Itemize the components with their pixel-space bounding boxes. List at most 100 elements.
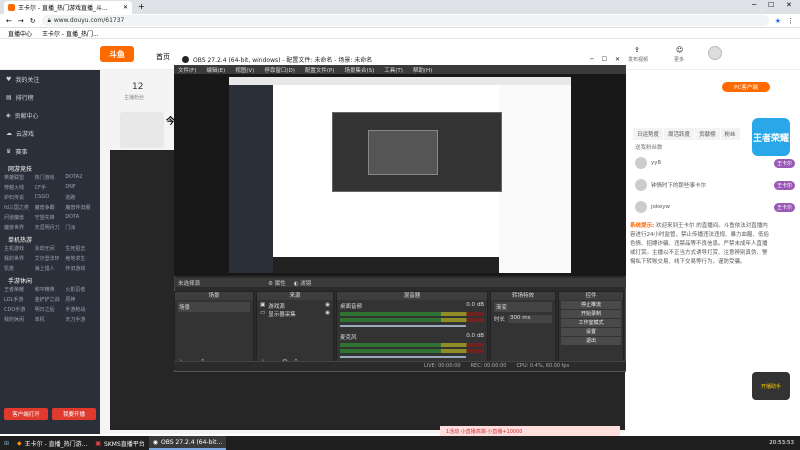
- obs-minimize-icon[interactable]: ─: [590, 56, 594, 63]
- game-banner[interactable]: 王者荣耀: [752, 118, 790, 156]
- exit-button[interactable]: 退出: [561, 337, 621, 345]
- obs-close-icon[interactable]: ✕: [615, 56, 620, 63]
- tab-contribution[interactable]: 贡献榜: [695, 128, 720, 140]
- bookmark-item[interactable]: 王卡尔 - 直播_热门...: [42, 29, 99, 38]
- nav-home-link[interactable]: 首页: [156, 52, 170, 62]
- category-link[interactable]: 王者荣耀: [4, 286, 35, 293]
- source-item[interactable]: ▭ 显示器采集 ◉: [260, 310, 330, 318]
- douyu-logo[interactable]: 斗鱼: [100, 46, 134, 62]
- category-link[interactable]: 魔兽争霸: [35, 204, 66, 211]
- category-link[interactable]: 英雄联盟: [4, 174, 35, 181]
- stop-streaming-button[interactable]: 停止推流: [561, 301, 621, 309]
- source-item[interactable]: ▣ 游戏源 ◉: [260, 302, 330, 310]
- category-link[interactable]: 主机游戏: [4, 245, 35, 252]
- menu-file[interactable]: 文件(F): [178, 66, 196, 74]
- category-link[interactable]: 单机: [35, 316, 66, 323]
- category-link[interactable]: 我的休闲: [4, 316, 35, 323]
- sidebar-item-contribution[interactable]: ◈ 贡献中心: [0, 106, 100, 124]
- category-link[interactable]: 火影忍者: [65, 286, 96, 293]
- category-link[interactable]: LOL手游: [4, 296, 35, 303]
- menu-dots-icon[interactable]: ⋮: [787, 17, 794, 25]
- category-link[interactable]: CDO手游: [4, 306, 35, 313]
- menu-profile[interactable]: 配置文件(P): [305, 66, 335, 74]
- category-link[interactable]: 问道魔兽: [4, 214, 35, 221]
- category-link[interactable]: 门派: [65, 224, 96, 231]
- volume-slider[interactable]: [340, 325, 466, 327]
- taskbar-item-browser[interactable]: ◆ 王卡尔 - 直播_热门游...: [13, 436, 91, 450]
- menu-tools[interactable]: 工具(T): [384, 66, 403, 74]
- minimize-window-icon[interactable]: ─: [752, 1, 756, 9]
- category-link[interactable]: 魔兽世界: [4, 224, 35, 231]
- list-item[interactable]: yy8 王卡尔: [635, 156, 795, 170]
- category-link[interactable]: DOTA: [65, 214, 96, 221]
- category-link[interactable]: 永劫无间: [35, 245, 66, 252]
- menu-docks[interactable]: 停靠窗口(D): [264, 66, 295, 74]
- sidebar-item-follow[interactable]: ♥ 我的关注: [0, 70, 100, 88]
- new-tab-icon[interactable]: +: [138, 2, 145, 11]
- category-link[interactable]: 魔兽怀旧服: [65, 204, 96, 211]
- menu-help[interactable]: 帮助(H): [413, 66, 432, 74]
- streamer-avatar[interactable]: [120, 112, 164, 148]
- category-link[interactable]: 热门游戏: [35, 174, 66, 181]
- browser-tab[interactable]: 王卡尔 - 直播_热门游戏直播_斗... ✕: [4, 1, 132, 14]
- category-link[interactable]: 我的世界: [4, 255, 35, 262]
- category-link[interactable]: 海上猎人: [35, 265, 66, 272]
- eye-icon[interactable]: ◉: [325, 310, 330, 318]
- maximize-window-icon[interactable]: ☐: [768, 1, 774, 9]
- category-link[interactable]: DOTA2: [65, 174, 96, 181]
- category-link[interactable]: fd三国之类: [4, 204, 35, 211]
- upload-video-icon[interactable]: ⇪: [634, 46, 640, 54]
- tab-fans[interactable]: 粉丝: [720, 128, 740, 140]
- category-link[interactable]: 怀旧游戏: [65, 265, 96, 272]
- category-link[interactable]: 穿越火线: [4, 184, 35, 191]
- category-link[interactable]: 明日之后: [35, 306, 66, 313]
- start-recording-button[interactable]: 开始录制: [561, 310, 621, 318]
- more-icon[interactable]: ☺: [676, 46, 683, 54]
- taskbar-item-skms[interactable]: ▣ SKMS直播平台: [91, 436, 148, 450]
- category-link[interactable]: 守望先锋: [35, 214, 66, 221]
- category-link[interactable]: 炉石传说: [4, 194, 35, 201]
- obs-maximize-icon[interactable]: ☐: [602, 56, 607, 63]
- promo-bar[interactable]: 1活动 小直播高端·小直播+10000: [440, 426, 620, 436]
- category-link[interactable]: CSGO: [35, 194, 66, 201]
- filters-button[interactable]: ◐ 滤镜: [294, 279, 312, 287]
- category-link[interactable]: 金铲铲之战: [35, 296, 66, 303]
- list-item[interactable]: 钟情时下的那些事卡尔 王卡尔: [635, 178, 795, 192]
- start-button[interactable]: ⊞: [0, 436, 13, 450]
- back-icon[interactable]: ←: [6, 17, 12, 25]
- settings-button[interactable]: 设置: [561, 328, 621, 336]
- tab-weekly[interactable]: 周活跃度: [664, 128, 695, 140]
- sidebar-item-cloud-game[interactable]: ☁ 云游戏: [0, 124, 100, 142]
- category-link[interactable]: 艾尔登法环: [35, 255, 66, 262]
- user-avatar[interactable]: [708, 46, 722, 60]
- transition-select[interactable]: 渐变: [494, 302, 552, 312]
- list-item[interactable]: jokeyw 王卡尔: [635, 200, 795, 214]
- close-window-icon[interactable]: ✕: [786, 1, 792, 9]
- category-link[interactable]: 逃跑: [65, 194, 96, 201]
- url-field[interactable]: 🔒︎ www.douyu.com/61737: [41, 15, 769, 26]
- category-link[interactable]: DNF: [65, 184, 96, 191]
- go-live-button[interactable]: 我要开播: [52, 408, 96, 420]
- category-link[interactable]: 原神: [65, 296, 96, 303]
- category-link[interactable]: 手游枪战: [65, 306, 96, 313]
- open-client-button[interactable]: 客户端打开: [4, 408, 48, 420]
- bookmark-star-icon[interactable]: ★: [775, 17, 781, 25]
- properties-button[interactable]: ⚙ 属性: [268, 279, 286, 287]
- menu-edit[interactable]: 编辑(E): [206, 66, 225, 74]
- category-link[interactable]: 生死狙击: [65, 245, 96, 252]
- sidebar-item-rank[interactable]: ▤ 排行榜: [0, 88, 100, 106]
- sidebar-item-events[interactable]: ♛ 赛事: [0, 142, 100, 160]
- stream-assistant-badge[interactable]: 开播助手: [752, 372, 790, 400]
- pc-client-button[interactable]: PC客户端: [722, 82, 770, 92]
- category-link[interactable]: CF手: [35, 184, 66, 191]
- forward-icon[interactable]: →: [18, 17, 24, 25]
- eye-icon[interactable]: ◉: [325, 302, 330, 310]
- category-link[interactable]: 绝地求生: [65, 255, 96, 262]
- category-link[interactable]: 和平精英: [35, 286, 66, 293]
- menu-scene-collection[interactable]: 场景集合(S): [344, 66, 374, 74]
- studio-mode-button[interactable]: 工作室模式: [561, 319, 621, 327]
- duration-input[interactable]: 300 ms: [508, 315, 552, 323]
- category-link[interactable]: 饥荒: [4, 265, 35, 272]
- bookmark-item[interactable]: 直播中心: [8, 29, 32, 38]
- reload-icon[interactable]: ↻: [30, 17, 36, 25]
